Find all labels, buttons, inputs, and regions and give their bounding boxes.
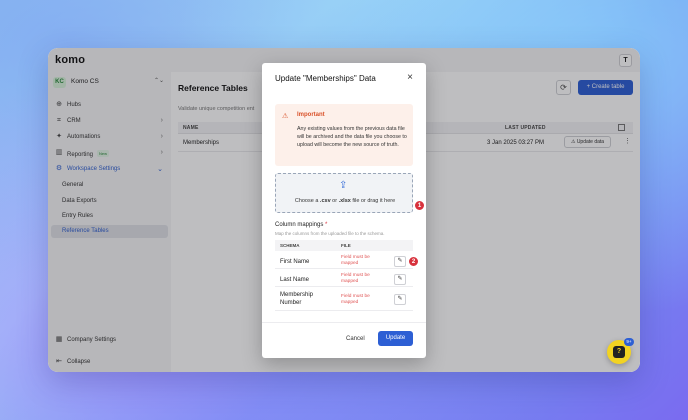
important-alert: ⚠ Important Any existing values from the… <box>275 104 413 166</box>
help-button[interactable]: ? 9+ <box>607 338 634 364</box>
step-marker-2: 2 <box>408 256 419 267</box>
mapping-header-schema: SCHEMA <box>280 243 300 248</box>
schema-field: Last Name <box>280 277 310 283</box>
schema-field: Membership Number <box>280 292 314 306</box>
modal-footer-divider <box>262 322 426 323</box>
edit-mapping-button[interactable]: ✎ <box>394 274 406 285</box>
file-mapping-status: Field must be mapped <box>341 273 370 284</box>
dz-csv: .csv <box>319 198 331 204</box>
update-button[interactable]: Update <box>378 331 413 346</box>
mapping-table-header: SCHEMA FILE <box>275 240 413 251</box>
dz-suffix: file or drag it here <box>350 198 396 204</box>
file-mapping-status: Field must be mapped <box>341 294 370 305</box>
mapping-row: First Name Field must be mapped ✎ <box>275 251 413 269</box>
mapping-header-file: FILE <box>341 243 351 248</box>
dropzone-text: Choose a .csv or .xlsx file or drag it h… <box>276 198 414 204</box>
schema-field: First Name <box>280 259 310 265</box>
upload-icon: ⇪ <box>339 180 348 191</box>
mapping-row: Membership Number Field must be mapped ✎ <box>275 287 413 311</box>
close-icon[interactable]: × <box>407 72 413 83</box>
warning-icon: ⚠ <box>282 113 289 120</box>
column-mappings-label: Column mappings * <box>275 222 327 228</box>
cm-label-text: Column mappings <box>275 222 324 228</box>
update-data-modal: Update "Memberships" Data × ⚠ Important … <box>262 63 426 358</box>
edit-mapping-button[interactable]: ✎ <box>394 294 406 305</box>
file-mapping-status: Field must be mapped <box>341 255 370 266</box>
file-dropzone[interactable]: ⇪ Choose a .csv or .xlsx file or drag it… <box>275 173 413 213</box>
cancel-button[interactable]: Cancel <box>346 336 365 342</box>
notification-badge: 9+ <box>624 338 634 346</box>
dz-or: or <box>330 198 339 204</box>
modal-title: Update "Memberships" Data <box>275 74 376 83</box>
dz-xlsx: .xlsx <box>338 198 351 204</box>
alert-title: Important <box>297 112 325 118</box>
mapping-row: Last Name Field must be mapped ✎ <box>275 269 413 287</box>
app-window: komo T KC Komo CS ⌃⌄ ⊕ Hubs ⌗ CRM › ✦ Au… <box>48 48 640 372</box>
step-marker-1: 1 <box>414 200 425 211</box>
edit-mapping-button[interactable]: ✎ <box>394 256 406 267</box>
alert-body: Any existing values from the previous da… <box>297 126 407 148</box>
required-asterisk: * <box>325 222 328 228</box>
dz-prefix: Choose a <box>294 198 320 204</box>
help-icon: ? <box>613 346 625 358</box>
column-mappings-hint: Map the columns from the uploaded file t… <box>275 231 385 236</box>
